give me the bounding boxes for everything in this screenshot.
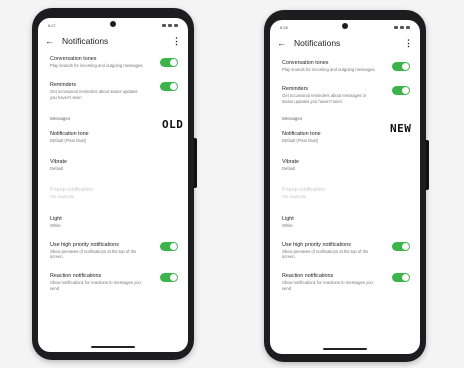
setting-subtitle: Default (Pixie Dust) — [50, 137, 87, 143]
setting-title: Reaction notifications — [282, 273, 334, 280]
setting-title: Conversation tones — [282, 60, 329, 66]
phone-old: 8:27 ← Notifications ⋮ Conversation tone… — [32, 8, 197, 360]
app-bar: ← Notifications ⋮ — [270, 34, 420, 52]
version-tag-new: NEW — [390, 122, 412, 135]
setting-subtitle: Not available — [282, 194, 307, 200]
setting-title: Reaction notifications — [50, 273, 102, 280]
setting-vibrate[interactable]: Vibrate Default — [270, 159, 420, 171]
conversation-tones-toggle[interactable] — [392, 62, 410, 71]
reminders-toggle[interactable] — [392, 86, 410, 96]
setting-subtitle: White — [282, 222, 293, 228]
status-icons — [162, 23, 178, 27]
setting-title: Use high priority notifications — [282, 241, 351, 248]
setting-title: Reminders — [50, 82, 77, 89]
setting-subtitle: White — [50, 222, 61, 228]
setting-subtitle: Get occasional reminders about messages … — [282, 93, 367, 104]
setting-title: Conversation tones — [50, 56, 97, 62]
setting-subtitle: Show previews of notifications at the to… — [282, 248, 369, 259]
camera-icon — [110, 21, 116, 27]
setting-title: Light — [282, 215, 294, 222]
setting-subtitle: Play sounds for incoming and outgoing me… — [282, 67, 376, 72]
setting-title: Light — [50, 215, 62, 222]
setting-reminders[interactable]: Reminders Get occasional reminders about… — [270, 86, 420, 104]
page-title: Notifications — [62, 36, 109, 46]
battery-icon — [174, 23, 178, 27]
back-arrow-icon[interactable]: ← — [45, 36, 54, 46]
wifi-icon — [162, 23, 166, 27]
wifi-icon — [394, 25, 398, 29]
camera-icon — [342, 23, 348, 29]
back-arrow-icon[interactable]: ← — [277, 38, 286, 48]
version-tag-old: OLD — [162, 118, 184, 131]
setting-subtitle: Default — [50, 166, 64, 171]
setting-subtitle: Default (Pixie Dust) — [282, 137, 319, 143]
setting-high-priority[interactable]: Use high priority notifications Show pre… — [38, 241, 188, 260]
conversation-tones-toggle[interactable] — [160, 58, 178, 67]
home-indicator[interactable] — [323, 348, 367, 350]
setting-title: Vibrate — [282, 159, 299, 165]
signal-icon — [168, 23, 172, 27]
status-icons — [394, 25, 410, 29]
setting-reaction-notifications[interactable]: Reaction notifications Show notification… — [38, 273, 188, 291]
setting-notification-tone[interactable]: Notification tone Default (Pixie Dust) — [38, 131, 188, 143]
status-time: 8:28 — [280, 24, 288, 30]
battery-icon — [406, 25, 410, 29]
setting-title: Vibrate — [50, 159, 67, 165]
setting-reaction-notifications[interactable]: Reaction notifications Show notification… — [270, 273, 420, 291]
reaction-toggle[interactable] — [392, 273, 410, 283]
setting-popup-notification: Popup notification Not available — [38, 187, 188, 199]
setting-conversation-tones[interactable]: Conversation tones Play sounds for incom… — [38, 56, 188, 68]
setting-vibrate[interactable]: Vibrate Default — [38, 159, 188, 171]
setting-subtitle: Default — [282, 166, 296, 171]
setting-subtitle: Get occasional reminders about status up… — [50, 89, 138, 100]
setting-reminders[interactable]: Reminders Get occasional reminders about… — [38, 82, 188, 100]
high-priority-toggle[interactable] — [160, 241, 178, 251]
power-button — [426, 140, 429, 190]
setting-title: Use high priority notifications — [50, 241, 119, 248]
more-options-icon[interactable]: ⋮ — [404, 38, 413, 49]
setting-popup-notification: Popup notification Not available — [270, 187, 420, 199]
setting-subtitle: Show notifications for reactions to mess… — [50, 280, 141, 291]
setting-light[interactable]: Light White — [270, 216, 420, 228]
setting-title: Reminders — [282, 86, 309, 93]
power-button — [194, 138, 197, 188]
high-priority-toggle[interactable] — [392, 241, 410, 251]
setting-light[interactable]: Light White — [38, 216, 188, 228]
screen-new: 8:28 ← Notifications ⋮ Conversation tone… — [270, 20, 420, 354]
setting-subtitle: Not available — [50, 194, 75, 200]
setting-title: Popup notification — [50, 187, 93, 194]
phone-new: 8:28 ← Notifications ⋮ Conversation tone… — [264, 10, 429, 362]
setting-title: Popup notification — [282, 187, 325, 194]
app-bar: ← Notifications ⋮ — [38, 32, 188, 50]
setting-conversation-tones[interactable]: Conversation tones Play sounds for incom… — [270, 60, 420, 72]
setting-subtitle: Show previews of notifications at the to… — [50, 248, 137, 259]
section-header: Messages — [282, 115, 303, 121]
setting-high-priority[interactable]: Use high priority notifications Show pre… — [270, 241, 420, 260]
setting-subtitle: Show notifications for reactions to mess… — [282, 280, 373, 291]
signal-icon — [400, 25, 404, 29]
home-indicator[interactable] — [91, 346, 135, 348]
page-title: Notifications — [294, 38, 341, 48]
screen-old: 8:27 ← Notifications ⋮ Conversation tone… — [38, 18, 188, 352]
setting-title: Notification tone — [50, 130, 89, 137]
status-time: 8:27 — [48, 22, 56, 28]
setting-subtitle: Play sounds for incoming and outgoing me… — [50, 63, 144, 68]
more-options-icon[interactable]: ⋮ — [172, 36, 181, 47]
reaction-toggle[interactable] — [160, 273, 178, 283]
reminders-toggle[interactable] — [160, 82, 178, 92]
